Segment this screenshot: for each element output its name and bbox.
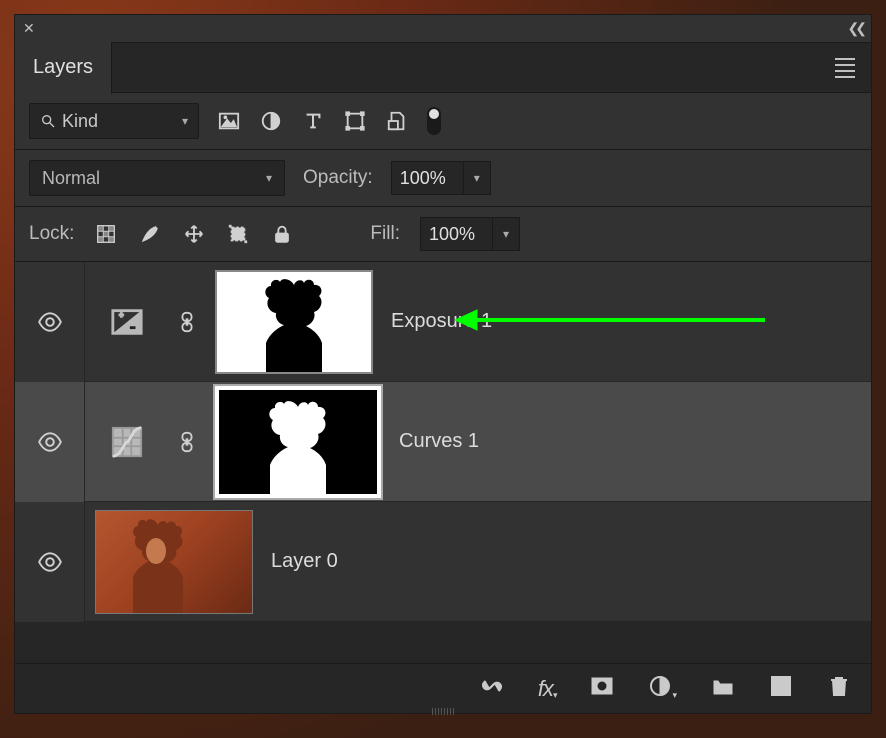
mask-silhouette xyxy=(249,277,339,372)
kind-label: Kind xyxy=(62,111,98,132)
link-layers-icon[interactable] xyxy=(480,674,504,703)
panel-tabs: Layers xyxy=(15,43,871,93)
layer-mask-thumbnail-selected[interactable] xyxy=(215,386,381,498)
layer-mask-thumbnail[interactable] xyxy=(215,270,373,374)
layers-list: Exposure 1 xyxy=(15,262,871,622)
chevron-down-icon: ▾ xyxy=(266,171,272,185)
panel-titlebar: ✕ ❮❮ xyxy=(15,15,871,43)
link-icon[interactable] xyxy=(177,431,197,453)
filter-type-icon[interactable] xyxy=(301,109,325,133)
lock-label: Lock: xyxy=(29,223,74,245)
blend-mode-select[interactable]: Normal ▾ xyxy=(29,160,285,196)
lock-row: Lock: Fill: ▾ xyxy=(15,207,871,262)
tab-layers[interactable]: Layers xyxy=(15,42,112,95)
fill-input[interactable] xyxy=(420,217,492,251)
opacity-input[interactable] xyxy=(391,161,463,195)
search-icon xyxy=(40,113,56,129)
lock-artboard-icon[interactable] xyxy=(226,222,250,246)
toggle-thumb xyxy=(429,109,439,119)
collapse-panel-icon[interactable]: ❮❮ xyxy=(848,20,863,37)
filter-toggle[interactable] xyxy=(427,107,441,135)
layer-name[interactable]: Curves 1 xyxy=(399,430,479,453)
filter-adjustment-icon[interactable] xyxy=(259,109,283,133)
layer-styles-icon[interactable]: fx▾ xyxy=(538,678,557,700)
lock-position-icon[interactable] xyxy=(182,222,206,246)
opacity-label: Opacity: xyxy=(303,167,373,189)
fill-dropdown-button[interactable]: ▾ xyxy=(492,217,520,251)
layer-row-curves[interactable]: Curves 1 xyxy=(15,382,871,502)
mask-silhouette xyxy=(253,399,343,494)
photo-content xyxy=(118,513,198,613)
fill-label: Fill: xyxy=(370,223,400,245)
layers-panel: ✕ ❮❮ Layers Kind ▾ xyxy=(14,14,872,714)
new-layer-icon[interactable] xyxy=(769,674,793,703)
filter-shape-icon[interactable] xyxy=(343,109,367,133)
layer-row-background[interactable]: Layer 0 xyxy=(15,502,871,622)
new-group-icon[interactable] xyxy=(711,674,735,703)
filter-smartobject-icon[interactable] xyxy=(385,109,409,133)
resize-grip[interactable] xyxy=(432,705,454,715)
curves-icon xyxy=(95,425,159,459)
lock-paint-icon[interactable] xyxy=(138,222,162,246)
lock-transparent-icon[interactable] xyxy=(94,222,118,246)
exposure-icon xyxy=(95,305,159,339)
close-icon[interactable]: ✕ xyxy=(23,20,35,37)
opacity-control: ▾ xyxy=(391,161,491,195)
visibility-toggle[interactable] xyxy=(15,502,85,622)
blend-row: Normal ▾ Opacity: ▾ xyxy=(15,150,871,207)
link-icon[interactable] xyxy=(177,311,197,333)
visibility-toggle[interactable] xyxy=(15,382,85,502)
panel-menu-icon[interactable] xyxy=(829,52,861,84)
opacity-dropdown-button[interactable]: ▾ xyxy=(463,161,491,195)
filter-row: Kind ▾ xyxy=(15,93,871,150)
fill-control: ▾ xyxy=(420,217,520,251)
blend-mode-label: Normal xyxy=(42,168,100,189)
lock-all-icon[interactable] xyxy=(270,222,294,246)
visibility-toggle[interactable] xyxy=(15,262,85,382)
add-mask-icon[interactable] xyxy=(590,674,614,703)
layer-name[interactable]: Layer 0 xyxy=(271,550,338,573)
filter-pixel-icon[interactable] xyxy=(217,109,241,133)
new-adjustment-icon[interactable]: ▾ xyxy=(648,674,677,703)
layer-name[interactable]: Exposure 1 xyxy=(391,310,492,333)
layer-thumbnail[interactable] xyxy=(95,510,253,614)
chevron-down-icon: ▾ xyxy=(182,114,188,128)
layer-row-exposure[interactable]: Exposure 1 xyxy=(15,262,871,382)
delete-layer-icon[interactable] xyxy=(827,674,851,703)
layer-filter-kind-select[interactable]: Kind ▾ xyxy=(29,103,199,139)
